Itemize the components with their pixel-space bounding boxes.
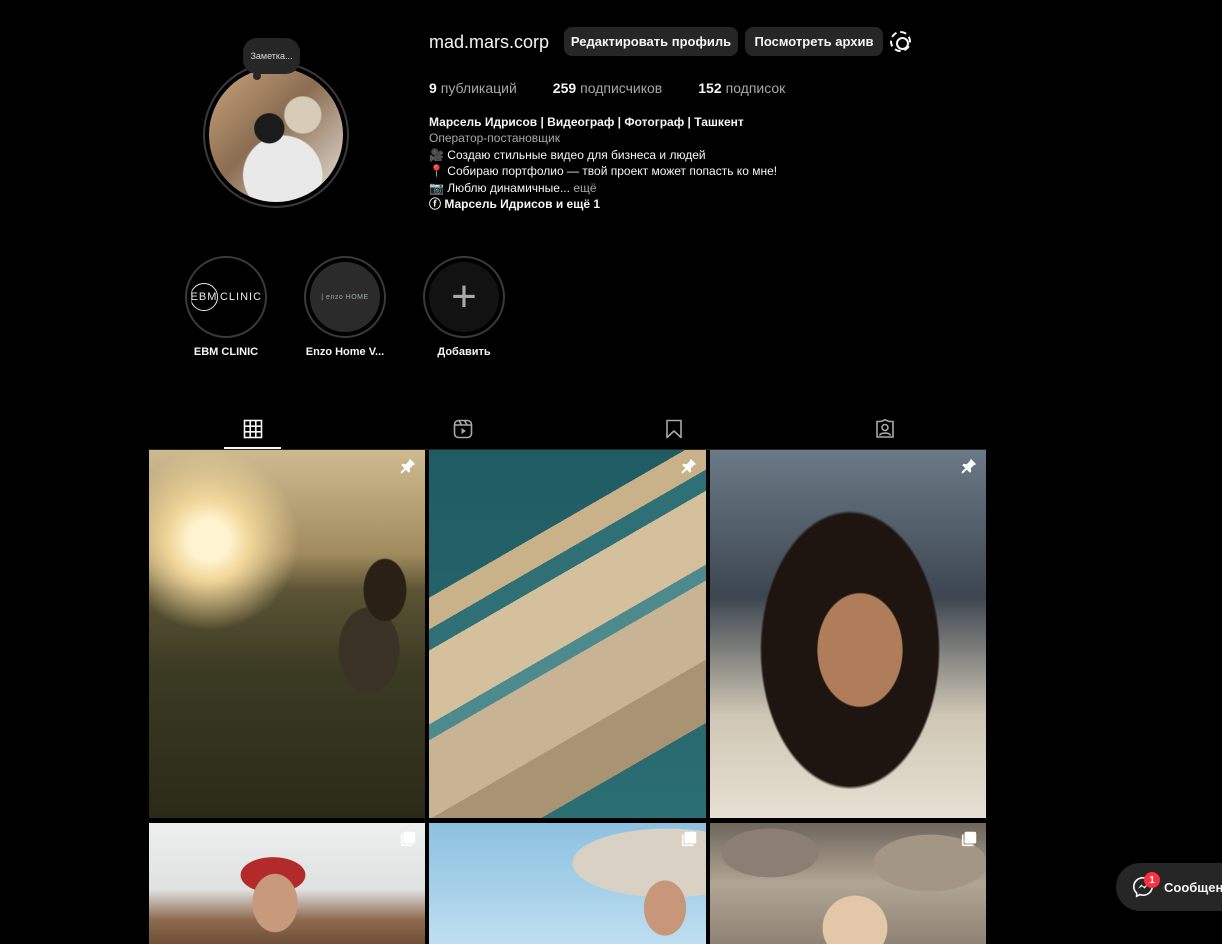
highlight-enzo-home[interactable]: | enzo HOME Enzo Home V... (304, 256, 386, 358)
followers-count: 259 (552, 80, 577, 96)
tab-posts[interactable] (242, 418, 264, 440)
bio-line-2: 📍 Собираю портфолио — твой проект может … (429, 164, 778, 179)
bio-more-link[interactable]: ещё (573, 181, 596, 195)
profile-username: mad.mars.corp (429, 32, 550, 52)
highlight-cover-enzo: | enzo HOME (310, 262, 380, 332)
highlight-ring: EBM CLINIC (185, 256, 267, 338)
bio-line-3-row: 📷 Люблю динамичные... ещё (429, 180, 849, 196)
bookmark-icon (666, 419, 682, 439)
highlight-label: EBM CLINIC (193, 346, 259, 358)
ebm-logo-mark: EBM (191, 283, 218, 311)
pin-icon (961, 458, 977, 474)
carousel-icon (681, 831, 697, 847)
highlight-ring: | enzo HOME (304, 256, 386, 338)
avatar (209, 68, 343, 202)
messages-button[interactable]: Сообщения (1116, 863, 1222, 911)
following-count: 152 (698, 80, 722, 96)
posts-count: 9 (429, 80, 437, 96)
messages-label: Сообщения (1164, 879, 1222, 895)
view-archive-button[interactable]: Посмотреть архив (745, 27, 883, 56)
active-tab-indicator (224, 447, 281, 449)
post-thumbnail[interactable] (149, 823, 425, 944)
bio-line-1: 🎥 Создаю стильные видео для бизнеса и лю… (429, 147, 706, 162)
settings-gear-icon[interactable] (890, 31, 911, 52)
posts-label: публикаций (440, 80, 517, 96)
followers-label: подписчиков (580, 80, 663, 96)
profile-avatar[interactable] (203, 62, 349, 208)
tagged-icon (876, 419, 894, 438)
following-stat[interactable]: 152 подписок (698, 80, 785, 96)
post-thumbnail[interactable] (710, 450, 986, 818)
tab-reels[interactable] (452, 418, 474, 440)
carousel-icon (961, 831, 977, 847)
highlight-label: Enzo Home V... (305, 346, 385, 358)
post-thumbnail[interactable] (429, 450, 706, 818)
edit-profile-button[interactable]: Редактировать профиль (564, 27, 738, 56)
pin-icon (400, 458, 416, 474)
highlight-ebm-clinic[interactable]: EBM CLINIC EBM CLINIC (185, 256, 267, 358)
enzo-logo-text: | enzo HOME (321, 293, 369, 301)
note-text: Заметка... (250, 51, 293, 61)
bio-links[interactable]: ⓕ Марсель Идрисов и ещё 1 (429, 196, 849, 212)
bio-name: Марсель Идрисов | Видеограф | Фотограф |… (429, 115, 744, 129)
highlight-label: Добавить (437, 346, 491, 358)
note-bubble[interactable]: Заметка... (243, 38, 300, 80)
plus-icon: + (429, 262, 499, 332)
followers-stat[interactable]: 259 подписчиков (553, 80, 662, 96)
profile-bio: Марсель Идрисов | Видеограф | Фотограф |… (429, 114, 849, 212)
post-thumbnail[interactable] (149, 450, 425, 818)
highlight-cover-ebm: EBM CLINIC (191, 262, 261, 332)
profile-stats: 9 публикаций 259 подписчиков 152 подписок (429, 80, 821, 96)
ebm-logo-text: CLINIC (219, 291, 261, 303)
following-label: подписок (725, 80, 786, 96)
pin-icon (681, 458, 697, 474)
carousel-icon (400, 831, 416, 847)
highlight-ring: + (423, 256, 505, 338)
posts-stat: 9 публикаций (429, 80, 517, 96)
post-thumbnail[interactable] (429, 823, 706, 944)
reels-icon (453, 419, 473, 439)
tab-saved[interactable] (663, 418, 685, 440)
bio-line-3: 📷 Люблю динамичные... (429, 180, 570, 195)
bio-category: Оператор-постановщик (429, 131, 561, 146)
tab-tagged[interactable] (874, 418, 896, 440)
grid-icon (243, 419, 263, 439)
messages-unread-badge: 1 (1144, 872, 1160, 888)
post-thumbnail[interactable] (710, 823, 986, 944)
highlight-add[interactable]: + Добавить (423, 256, 505, 358)
